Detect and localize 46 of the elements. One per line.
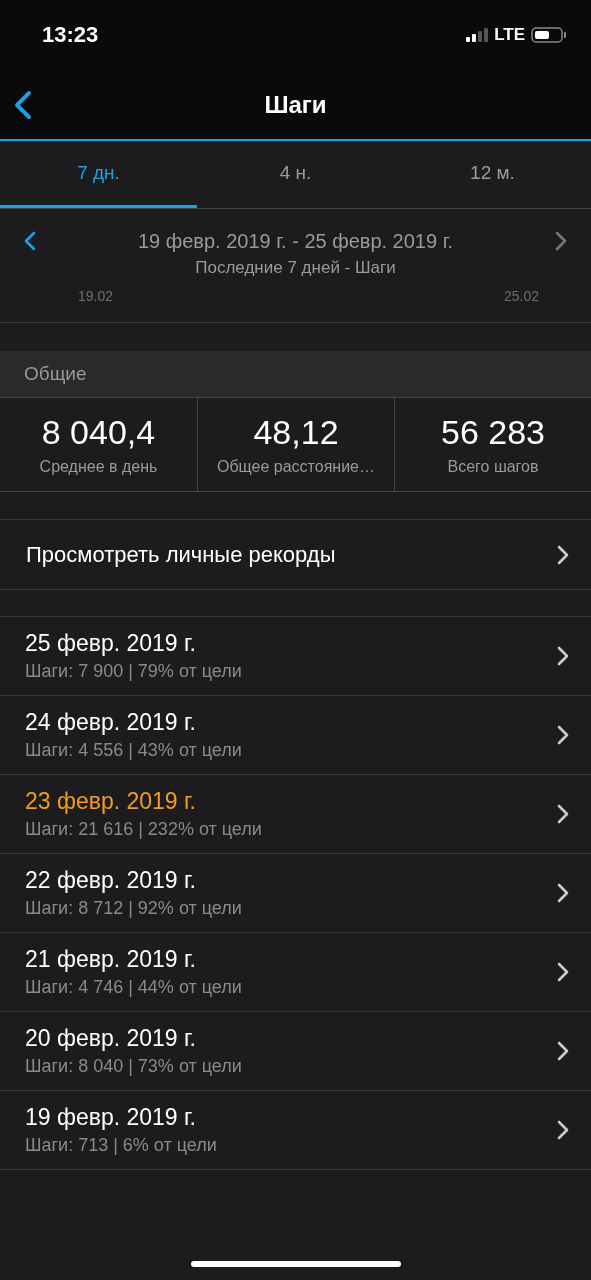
back-icon [14,90,32,120]
stat-value: 56 283 [441,413,545,452]
day-steps: Шаги: 8 712 | 92% от цели [25,898,242,919]
day-steps: Шаги: 7 900 | 79% от цели [25,661,242,682]
period-tab[interactable]: 4 н. [197,141,394,208]
axis-label: 25.02 [503,288,539,304]
stat-value: 8 040,4 [41,413,156,452]
screen-title: Шаги [264,90,327,119]
status-time: 13:23 [42,22,99,48]
day-date: 25 февр. 2019 г. [25,630,197,657]
stat-label: Всего шагов [447,458,539,476]
day-date: 22 февр. 2019 г. [25,867,197,894]
network-type: LTE [494,25,525,45]
chevron-right-icon [557,544,569,565]
period-tab[interactable]: 12 м. [394,141,591,208]
chevron-right-icon [557,883,569,903]
day-steps: Шаги: 713 | 6% от цели [25,1135,217,1156]
chevron-right-icon [557,646,569,666]
signal-icon [466,28,489,42]
date-range: 19 февр. 2019 г. - 25 февр. 2019 г. [137,229,454,253]
chevron-right-icon [557,1120,569,1140]
stat-value: 48,12 [253,413,339,452]
battery-icon [531,27,567,43]
chevron-right-icon [557,1041,569,1061]
day-date: 21 февр. 2019 г. [25,946,197,973]
day-steps: Шаги: 4 746 | 44% от цели [25,977,242,998]
day-steps: Шаги: 21 616 | 232% от цели [25,819,262,840]
period-tab[interactable]: 7 дн. [0,141,197,208]
day-date: 20 февр. 2019 г. [25,1025,197,1052]
day-date: 24 февр. 2019 г. [25,709,197,736]
day-steps: Шаги: 8 040 | 73% от цели [25,1056,242,1077]
chevron-right-icon [557,725,569,745]
chevron-left-icon [24,231,36,251]
section-title: Общие [24,363,87,385]
axis-label: 19.02 [78,288,114,304]
chevron-right-icon [557,962,569,982]
chevron-right-icon [557,804,569,824]
day-date: 23 февр. 2019 г. [25,788,197,815]
records-link[interactable]: Просмотреть личные рекорды [0,519,591,590]
stat-label: Общее расстояние… [217,458,375,476]
day-steps: Шаги: 4 556 | 43% от цели [25,740,242,761]
stat-label: Среднее в день [39,458,158,476]
range-subtitle: Последние 7 дней - Шаги [194,258,397,278]
day-date: 19 февр. 2019 г. [25,1104,197,1131]
chevron-right-icon [555,231,567,251]
previous-button[interactable] [24,231,36,251]
